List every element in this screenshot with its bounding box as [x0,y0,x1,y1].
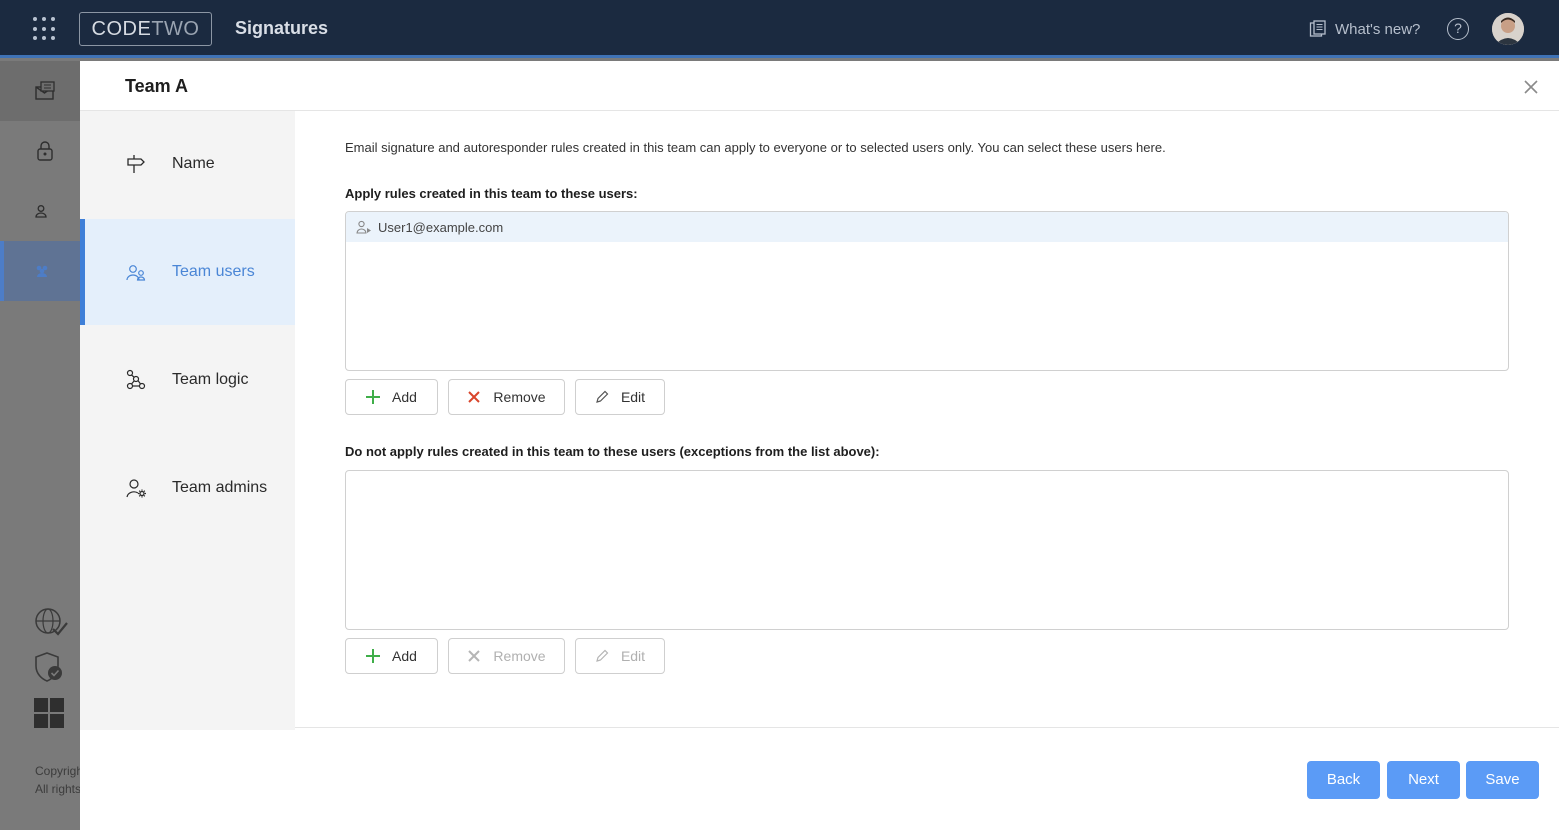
users-icon [126,265,146,281]
edit-include-button[interactable]: Edit [575,379,665,415]
pencil-icon [596,390,609,403]
next-button[interactable]: Next [1387,761,1460,799]
main-nav-sidebar: Copyright All rights [0,61,80,830]
shield-check-icon [35,652,62,682]
team-icon [36,265,48,277]
nav-security[interactable] [0,121,80,181]
add-exclude-button[interactable]: Add [345,638,438,674]
lock-icon [37,141,53,161]
panel-header: Team A [80,61,1559,111]
team-editor-panel: Team A Name Team users Team logic Team a… [80,61,1559,830]
user-icon [35,205,47,218]
copyright-text: Copyright All rights [35,764,80,796]
remove-exclude-button[interactable]: Remove [448,638,565,674]
step-team-admins[interactable]: Team admins [80,435,295,541]
x-icon [468,650,481,662]
remove-include-button[interactable]: Remove [448,379,565,415]
edit-exclude-button[interactable]: Edit [575,638,665,674]
codetwo-logo: CODETWO [79,12,212,46]
close-icon[interactable] [1523,79,1539,95]
step-name[interactable]: Name [80,111,295,217]
pencil-icon [596,649,609,662]
include-users-label: Apply rules created in this team to thes… [345,186,638,201]
news-icon [1309,20,1326,37]
whats-new-link[interactable]: What's new? [1309,20,1420,38]
windows-grid-icon [34,698,64,728]
network-icon [126,369,146,390]
microsoft-partner-badge [34,698,64,728]
signpost-icon [127,155,145,173]
nav-teams[interactable] [0,241,80,301]
step-label: Team users [172,263,255,280]
user-email: User1@example.com [378,219,504,235]
user-avatar[interactable] [1492,13,1524,45]
exclude-users-list[interactable] [345,470,1509,630]
save-button[interactable]: Save [1466,761,1539,799]
exclude-users-label: Do not apply rules created in this team … [345,444,880,459]
footer-divider [295,727,1559,728]
nav-users[interactable] [0,181,80,241]
include-actions: Add Remove Edit [345,379,665,415]
wizard-steps: Name Team users Team logic Team admins [80,111,295,730]
iso-badge [34,607,68,637]
help-icon[interactable]: ? [1447,18,1469,40]
back-button[interactable]: Back [1307,761,1380,799]
step-label: Team admins [172,479,268,496]
step-team-logic[interactable]: Team logic [80,327,295,433]
include-users-list[interactable]: User1@example.com [345,211,1509,371]
user-gear-icon [126,479,146,498]
email-signature-icon [35,81,55,100]
step-label: Name [172,155,215,172]
microsoft-certified-badge [34,651,64,683]
top-bar: CODETWO Signatures What's new? ? [0,0,1559,58]
plus-icon [366,649,381,663]
nav-signatures[interactable] [0,61,80,121]
app-title: Signatures [235,18,329,38]
whats-new-label: What's new? [1335,20,1421,38]
exclude-actions: Add Remove Edit [345,638,665,674]
plus-icon [366,390,381,404]
user-arrow-icon [356,220,371,234]
app-launcher-icon[interactable] [33,17,57,41]
step-label: Team logic [172,371,249,388]
step-team-users[interactable]: Team users [80,219,295,325]
add-include-button[interactable]: Add [345,379,438,415]
x-icon [468,391,481,403]
panel-title: Team A [125,76,189,96]
intro-text: Email signature and autoresponder rules … [345,140,1166,155]
globe-check-icon [35,608,68,636]
list-item[interactable]: User1@example.com [346,212,1508,242]
